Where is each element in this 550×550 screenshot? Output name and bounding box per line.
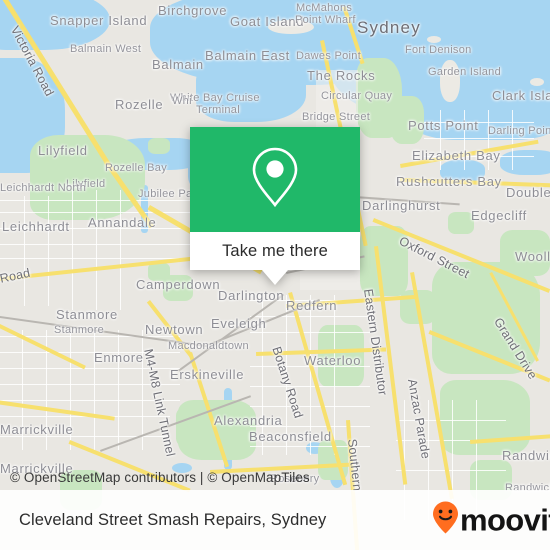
take-me-there-button[interactable]: Take me there (190, 232, 360, 270)
map-pin-icon (249, 145, 301, 214)
map-water-whitebay (196, 62, 306, 122)
map-street (118, 330, 119, 450)
map-street (0, 436, 170, 437)
map-street (464, 110, 465, 170)
moovit-wordmark: moovit (459, 502, 550, 538)
popup-image-area (190, 127, 360, 232)
moovit-logo[interactable]: moovit (432, 501, 550, 540)
map-street (0, 200, 190, 201)
map-street (396, 470, 506, 471)
map-park-greenslope (448, 212, 474, 234)
location-popup-card[interactable]: Take me there (190, 127, 360, 285)
map-island-fort-denison (427, 36, 441, 43)
popup-tail (262, 270, 288, 285)
map-park-camperdown (148, 263, 170, 281)
map-street (48, 196, 49, 306)
take-me-there-label: Take me there (222, 241, 328, 260)
map-island-garden (440, 60, 460, 102)
place-title: Cleveland Street Smash Repairs, Sydney (19, 510, 327, 529)
map-street (286, 295, 287, 455)
map-park-rozelle-gr (148, 138, 170, 154)
map-street (262, 295, 263, 455)
map-attribution: © OpenStreetMap contributors | © OpenMap… (10, 470, 310, 485)
map-park-victoria (318, 325, 364, 387)
map-park-botanic (390, 96, 424, 144)
map-street (120, 190, 121, 310)
map-park-hydepark (360, 226, 408, 296)
map-island-goat (268, 20, 314, 34)
map-island-clark (530, 78, 544, 86)
map-street (334, 295, 335, 455)
map-street (0, 400, 180, 401)
map-street (70, 330, 71, 450)
map-street (488, 110, 489, 170)
map-street (96, 190, 97, 310)
map-street (0, 228, 200, 229)
map-street (440, 110, 441, 170)
map-street (142, 330, 143, 450)
map-water-doublebay (500, 150, 550, 175)
map-screenshot: Victoria Road Snapper Island Birchgrove Goa… (0, 0, 550, 550)
map-street (0, 244, 200, 245)
map-street (72, 190, 73, 310)
map-street (0, 352, 180, 353)
map-street (22, 330, 23, 450)
map-street (396, 420, 506, 421)
map-street (0, 384, 180, 385)
map-park-moore (440, 380, 530, 455)
moovit-smile-pin-icon (432, 501, 459, 540)
map-street (24, 196, 25, 306)
bottom-bar: Cleveland Street Smash Repairs, Sydney m… (0, 490, 550, 550)
map-park-rand-race (500, 230, 550, 276)
map-street (512, 110, 513, 170)
map-street (94, 330, 95, 450)
map-street (0, 368, 180, 369)
